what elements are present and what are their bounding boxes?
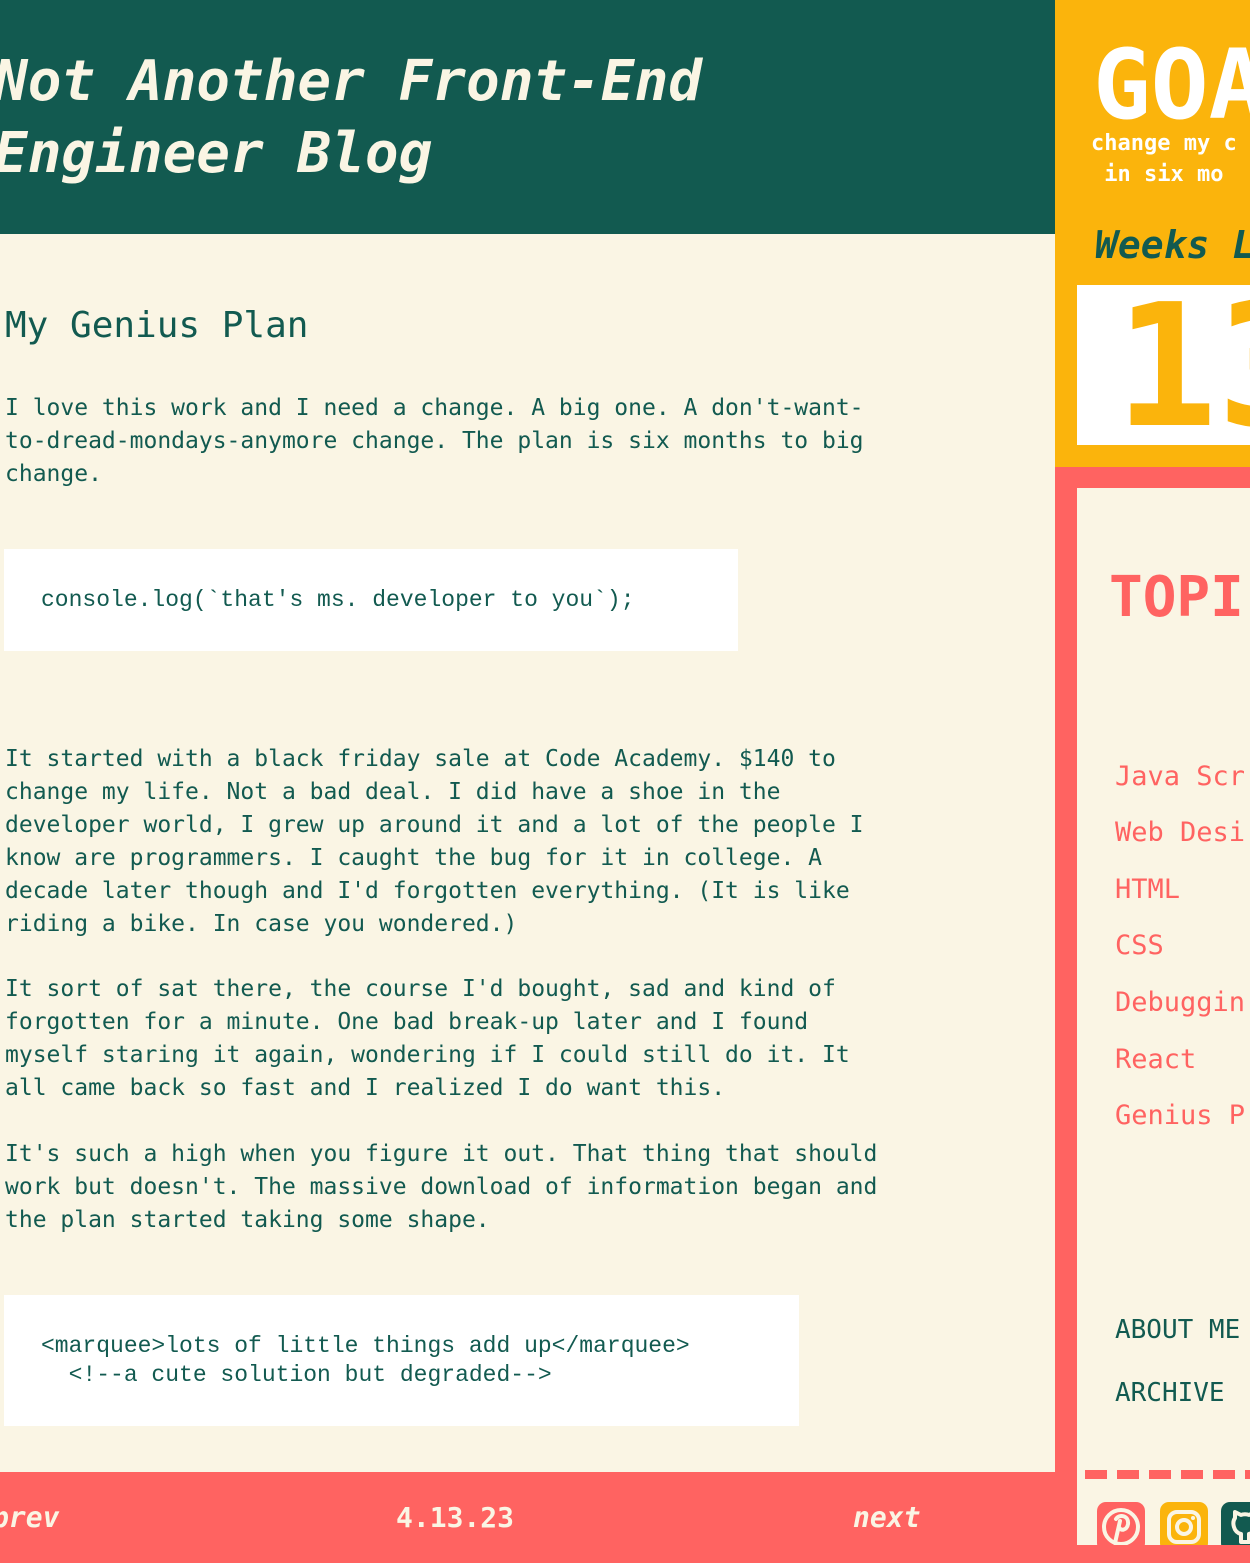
topic-link-css[interactable]: CSS xyxy=(1115,929,1164,963)
weeks-left-label: Weeks L xyxy=(1095,223,1250,267)
blog-title-line: Engineer Blog xyxy=(0,121,433,186)
pinterest-icon[interactable] xyxy=(1097,1502,1145,1545)
post-content: My Genius Plan I love this work and I ne… xyxy=(0,234,1055,1472)
code-block: console.log(`that's ms. developer to you… xyxy=(4,549,738,651)
weeks-number: 13 xyxy=(1115,285,1250,445)
archive-link[interactable]: ARCHIVE xyxy=(1115,1376,1225,1410)
blog-title[interactable]: Not Another Front-End Engineer Blog xyxy=(0,46,994,190)
topic-link-react[interactable]: React xyxy=(1115,1043,1196,1077)
code-line: <!--a cute solution but degraded--> xyxy=(41,1362,552,1388)
topic-link-html[interactable]: HTML xyxy=(1115,873,1180,907)
topic-link-javascript[interactable]: Java Scr xyxy=(1115,760,1245,794)
topics-panel: TOPI Java Scr Web Desi HTML CSS Debuggin… xyxy=(1055,467,1250,1563)
topics-heading: TOPI xyxy=(1109,565,1244,630)
topics-card: TOPI Java Scr Web Desi HTML CSS Debuggin… xyxy=(1077,488,1250,1545)
post-intro: I love this work and I need a change. A … xyxy=(5,395,864,487)
instagram-icon[interactable] xyxy=(1160,1502,1208,1545)
goal-description-line: in six mo xyxy=(1091,162,1224,187)
post-paragraph: It sort of sat there, the course I'd bou… xyxy=(5,976,850,1101)
post-paragraph: It's such a high when you figure it out.… xyxy=(5,1141,878,1233)
goal-description: change my c in six mo xyxy=(1091,128,1237,190)
github-icon[interactable] xyxy=(1221,1502,1250,1545)
code-line: <marquee>lots of little things add up</m… xyxy=(41,1333,690,1359)
prev-link[interactable]: prev xyxy=(0,1500,59,1536)
about-me-link[interactable]: ABOUT ME xyxy=(1115,1313,1240,1347)
weeks-counter: 13 xyxy=(1077,285,1250,445)
code-line: console.log(`that's ms. developer to you… xyxy=(41,587,635,613)
next-link[interactable]: next xyxy=(853,1500,920,1536)
goal-description-line: change my c xyxy=(1091,131,1237,156)
post-title: My Genius Plan xyxy=(5,305,309,346)
topic-link-genius-plan[interactable]: Genius P xyxy=(1115,1099,1245,1133)
topic-link-web-design[interactable]: Web Desi xyxy=(1115,816,1245,850)
blog-title-line: Not Another Front-End xyxy=(0,49,703,114)
post-date: 4.13.23 xyxy=(396,1501,515,1534)
code-block: <marquee>lots of little things add up</m… xyxy=(4,1295,799,1426)
post-paragraph: It started with a black friday sale at C… xyxy=(5,746,864,937)
divider xyxy=(1085,1470,1250,1479)
post-footer: prev 4.13.23 next xyxy=(0,1472,1055,1563)
goal-panel: GOA change my c in six mo Weeks L 13 xyxy=(1055,0,1250,467)
topic-link-debugging[interactable]: Debuggin xyxy=(1115,986,1245,1020)
goal-title: GOA xyxy=(1093,29,1250,141)
site-header: Not Another Front-End Engineer Blog xyxy=(0,0,1055,234)
